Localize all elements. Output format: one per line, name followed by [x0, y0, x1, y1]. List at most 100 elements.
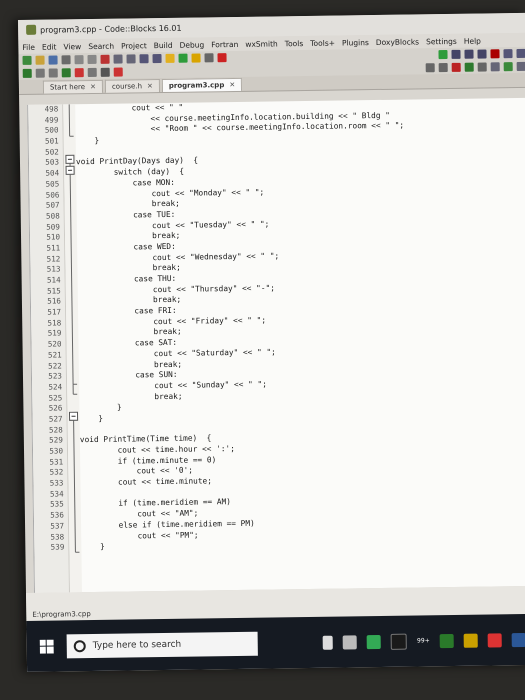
cut-icon[interactable] — [100, 54, 110, 64]
search-placeholder: Type here to search — [92, 639, 182, 651]
close-icon[interactable]: ✕ — [90, 83, 96, 91]
menu-build[interactable]: Build — [154, 40, 173, 49]
copy-icon[interactable] — [113, 54, 123, 64]
cortana-circle-icon — [73, 639, 86, 652]
tab-course-h[interactable]: course.h ✕ — [104, 79, 160, 93]
line-number: 515 — [47, 286, 61, 296]
menu-wxsmith[interactable]: wxSmith — [245, 39, 278, 48]
app-icon-green[interactable] — [439, 633, 454, 648]
microphone-icon[interactable] — [322, 635, 334, 650]
build-gear-icon[interactable] — [165, 53, 175, 63]
prev-bookmark-icon[interactable] — [48, 68, 58, 78]
line-number: 530 — [49, 446, 64, 456]
highlight-icon[interactable] — [100, 67, 110, 77]
build-and-run-icon[interactable] — [191, 53, 201, 63]
step-out-icon[interactable] — [464, 49, 474, 59]
menu-tools-plus[interactable]: Tools+ — [310, 38, 335, 47]
menu-doxyblocks[interactable]: DoxyBlocks — [376, 37, 419, 47]
line-number: 534 — [49, 489, 64, 499]
menu-plugins[interactable]: Plugins — [342, 38, 369, 47]
line-number: 512 — [46, 254, 61, 264]
save-all-icon[interactable] — [61, 55, 71, 65]
monitor-screen: program3.cpp - Code::Blocks 16.01 File E… — [18, 12, 525, 672]
step-into-icon[interactable] — [451, 49, 461, 59]
save-icon[interactable] — [48, 55, 58, 65]
open-file-icon[interactable] — [35, 55, 45, 65]
code-editor[interactable]: 498 499 500 501 502 503 504 505 506 507 … — [27, 97, 525, 593]
close-icon[interactable]: ✕ — [147, 82, 153, 90]
zoom-icon[interactable] — [477, 62, 487, 72]
next-line-icon[interactable] — [477, 49, 487, 59]
line-number: 525 — [48, 392, 63, 403]
tab-start-here[interactable]: Start here ✕ — [42, 79, 104, 94]
rebuild-icon[interactable] — [204, 53, 214, 63]
steam-icon[interactable] — [390, 633, 408, 650]
redo-icon[interactable] — [87, 54, 97, 65]
line-number: 529 — [49, 435, 63, 445]
view-toggle-icon[interactable] — [490, 62, 500, 72]
debug-info-icon[interactable] — [516, 48, 525, 59]
close-icon[interactable]: ✕ — [229, 81, 235, 89]
tab-label: Start here — [49, 83, 86, 92]
stop-debugger-icon[interactable] — [490, 49, 500, 59]
back-icon[interactable] — [425, 63, 435, 73]
code-text-area[interactable]: cout << " " << course.meetingInfo.locati… — [75, 98, 525, 592]
menu-debug[interactable]: Debug — [179, 40, 204, 49]
clear-bookmarks-icon[interactable] — [74, 68, 84, 78]
line-number: 526 — [48, 403, 63, 413]
abort-icon[interactable] — [217, 53, 227, 63]
line-number: 511 — [46, 243, 61, 253]
menu-file[interactable]: File — [22, 42, 35, 51]
panel-icon[interactable] — [516, 61, 525, 72]
replace-icon[interactable] — [152, 53, 162, 64]
menu-edit[interactable]: Edit — [42, 42, 57, 51]
menu-project[interactable]: Project — [121, 41, 147, 50]
line-number: 499 — [44, 115, 59, 125]
tab-label: program3.cpp — [168, 81, 225, 90]
forward-icon[interactable] — [438, 63, 448, 73]
app-icon-red[interactable] — [487, 632, 502, 648]
line-number: 523 — [48, 371, 63, 381]
menu-view[interactable]: View — [63, 42, 81, 51]
line-number: 502 — [45, 147, 59, 157]
menu-fortran[interactable]: Fortran — [211, 39, 238, 48]
line-number: 532 — [49, 467, 64, 477]
menu-settings[interactable]: Settings — [426, 36, 457, 45]
line-number: 506 — [45, 189, 60, 200]
task-view-icon[interactable] — [342, 634, 358, 650]
bookmark-icon[interactable] — [22, 68, 32, 78]
match-brace-icon[interactable] — [87, 67, 97, 78]
word-icon[interactable] — [511, 632, 525, 647]
undo-icon[interactable] — [74, 55, 84, 65]
tab-program3-cpp[interactable]: program3.cpp ✕ — [161, 77, 243, 92]
menu-tools[interactable]: Tools — [285, 39, 304, 48]
line-number: 537 — [50, 521, 65, 531]
debug-continue-icon[interactable] — [438, 50, 448, 60]
file-explorer-icon[interactable] — [463, 633, 478, 648]
menu-help[interactable]: Help — [464, 36, 481, 45]
tab-label: course.h — [111, 82, 143, 91]
menu-search[interactable]: Search — [88, 41, 114, 50]
new-file-icon[interactable] — [22, 55, 32, 65]
jump-icon[interactable] — [61, 68, 71, 78]
line-number: 508 — [45, 211, 60, 221]
paste-icon[interactable] — [126, 54, 136, 64]
codeblocks-taskbar-icon[interactable] — [366, 634, 382, 649]
line-number: 524 — [48, 382, 63, 392]
run-script-icon[interactable] — [464, 62, 474, 72]
line-number: 507 — [45, 200, 60, 210]
find-icon[interactable] — [139, 54, 149, 64]
run-icon[interactable] — [178, 53, 188, 63]
line-number: 519 — [47, 328, 62, 339]
layout-icon[interactable] — [503, 62, 513, 72]
taskbar-search-box[interactable]: Type here to search — [66, 631, 258, 658]
search-results-icon[interactable] — [113, 67, 123, 77]
windows-taskbar: Type here to search 99+ — [26, 613, 525, 672]
line-number: 510 — [46, 232, 61, 242]
debug-windows-icon[interactable] — [503, 49, 513, 59]
highlight-marker-icon[interactable] — [451, 62, 461, 72]
line-number: 527 — [48, 414, 63, 424]
start-button[interactable] — [27, 639, 67, 654]
comment-icon[interactable] — [35, 68, 45, 78]
taskbar-icons: 99+ — [322, 631, 525, 650]
